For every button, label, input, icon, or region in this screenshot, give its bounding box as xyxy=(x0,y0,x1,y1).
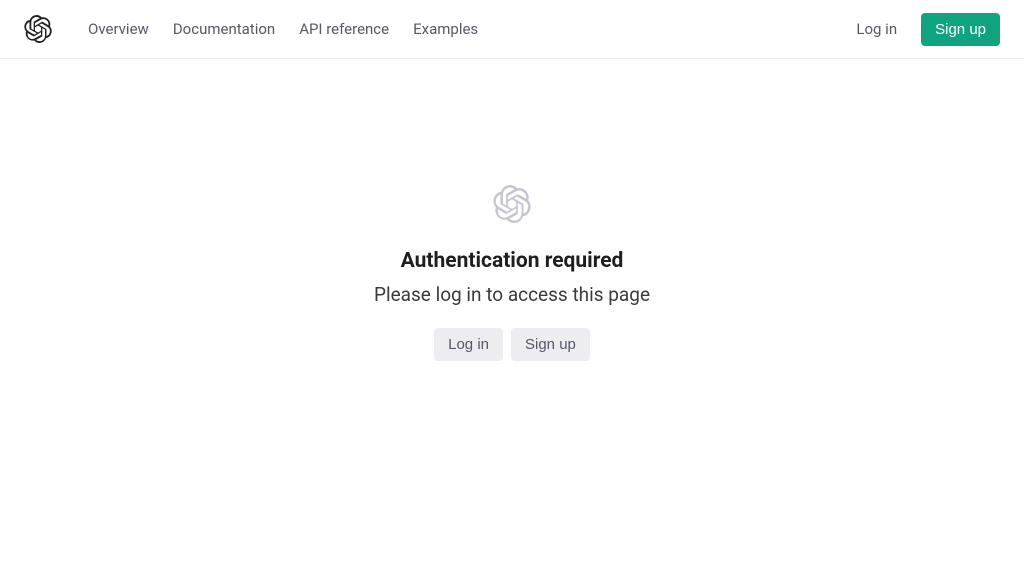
nav-api-reference[interactable]: API reference xyxy=(299,20,389,38)
signup-button[interactable]: Sign up xyxy=(511,328,590,361)
header-auth: Log in Sign up xyxy=(856,13,1000,46)
login-button[interactable]: Log in xyxy=(434,328,503,361)
openai-knot-icon xyxy=(24,15,52,43)
main-content: Authentication required Please log in to… xyxy=(0,59,1024,361)
header-signup-button[interactable]: Sign up xyxy=(921,13,1000,46)
header-login-link[interactable]: Log in xyxy=(856,20,897,38)
nav-examples[interactable]: Examples xyxy=(413,20,478,38)
page-title: Authentication required xyxy=(401,249,624,273)
logo[interactable] xyxy=(24,15,52,43)
auth-required-icon xyxy=(493,185,531,227)
main-nav: Overview Documentation API reference Exa… xyxy=(88,20,856,38)
page-subtitle: Please log in to access this page xyxy=(374,283,650,306)
auth-buttons: Log in Sign up xyxy=(434,328,590,361)
openai-knot-icon xyxy=(493,185,531,223)
nav-overview[interactable]: Overview xyxy=(88,20,149,38)
header: Overview Documentation API reference Exa… xyxy=(0,0,1024,59)
nav-documentation[interactable]: Documentation xyxy=(173,20,275,38)
